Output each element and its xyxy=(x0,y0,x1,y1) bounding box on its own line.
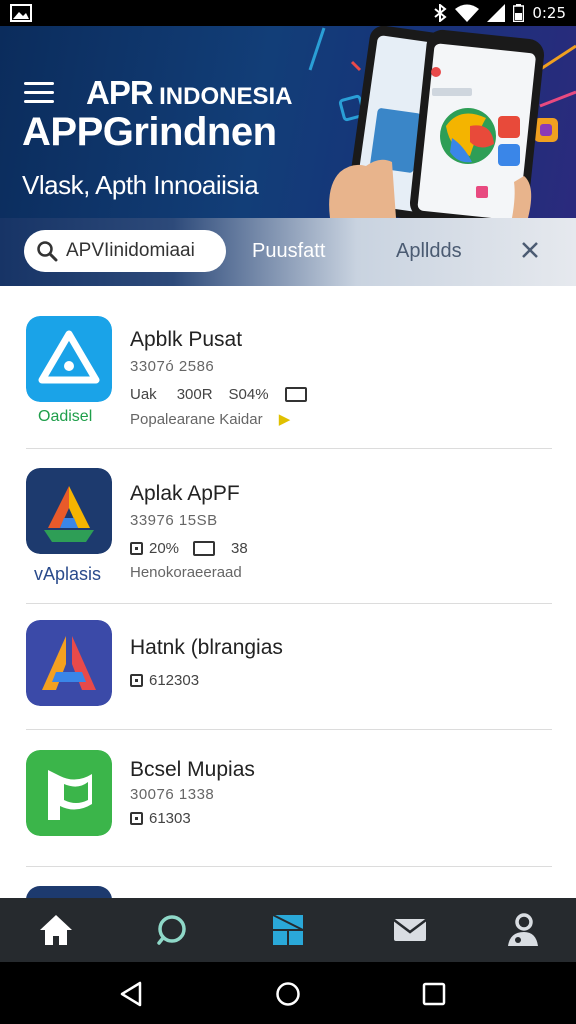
app-detail: Uak xyxy=(130,386,157,403)
close-icon[interactable] xyxy=(518,238,542,262)
app-detail: 300R xyxy=(176,386,213,403)
partial-app-icon[interactable] xyxy=(26,886,112,898)
brand-logo: APR xyxy=(86,74,154,111)
storage-icon xyxy=(130,812,143,825)
card-icon xyxy=(193,541,216,556)
header-banner: APR INDONESIA APPGrindnen Vlask, Apth In… xyxy=(0,26,576,218)
app-caption: Oadisel xyxy=(38,408,93,425)
bluetooth-icon xyxy=(434,4,447,22)
app-caption: vAplasis xyxy=(34,564,102,584)
card-icon xyxy=(284,387,307,402)
tab-aplikasi[interactable]: Aplldds xyxy=(396,240,462,263)
play-icon: ▶ xyxy=(278,411,291,428)
brand-name: INDONESIA xyxy=(159,83,293,110)
app-list: Oadisel Apblk Pusat 3307ó 2586 Uak 300R … xyxy=(0,286,576,898)
search-box[interactable] xyxy=(24,230,226,272)
app-description: Popalearane Kaidar ▶ xyxy=(130,411,291,428)
signal-icon xyxy=(487,4,506,22)
divider xyxy=(26,866,552,867)
triangle-app-icon[interactable] xyxy=(26,316,112,402)
home-circle-icon[interactable] xyxy=(274,980,302,1008)
bottom-nav xyxy=(0,898,576,962)
profile-icon[interactable] xyxy=(504,912,540,948)
app-name: Aplak ApPF xyxy=(130,482,240,505)
hero-subtitle: Vlask, Apth Innoaiisia xyxy=(22,170,259,200)
battery-icon xyxy=(513,4,525,22)
app-detail: 61303 xyxy=(149,810,191,827)
tab-pusat[interactable]: Puusfatt xyxy=(252,240,325,263)
app-name: Hatnk (blrangias xyxy=(130,636,283,659)
status-icons: 0:25 xyxy=(433,3,566,23)
system-nav xyxy=(0,962,576,1024)
app-meta: 30076 1338 xyxy=(130,786,215,803)
divider xyxy=(26,729,552,730)
search-input[interactable] xyxy=(66,240,216,262)
storage-icon xyxy=(130,674,143,687)
menu-icon[interactable] xyxy=(24,82,56,106)
app-name: Bcsel Mupias xyxy=(130,758,255,781)
home-icon[interactable] xyxy=(38,912,74,948)
app-details: 612303 xyxy=(130,672,199,689)
recents-icon[interactable] xyxy=(420,980,448,1008)
green-flag-app-icon[interactable] xyxy=(26,750,112,836)
app-detail: S04% xyxy=(228,386,269,403)
mail-icon[interactable] xyxy=(392,912,428,948)
apps-grid-icon[interactable] xyxy=(270,912,306,948)
divider xyxy=(26,603,552,604)
phone-illustration xyxy=(308,26,576,218)
status-time: 0:25 xyxy=(532,4,566,22)
back-icon[interactable] xyxy=(118,980,146,1008)
app-detail: 20% xyxy=(149,540,180,557)
app-name: Apblk Pusat xyxy=(130,328,243,351)
search-tab-bar: Puusfatt Aplldds xyxy=(0,218,576,286)
app-detail: 612303 xyxy=(149,672,200,689)
app-meta: 3307ó 2586 xyxy=(130,358,215,375)
divider xyxy=(26,448,552,449)
search-circle-icon[interactable] xyxy=(154,912,190,948)
colorful-a-app-icon[interactable] xyxy=(26,468,112,554)
brand: APR INDONESIA xyxy=(86,74,293,112)
search-icon xyxy=(37,241,58,262)
app-details: Uak 300R S04% xyxy=(130,386,307,403)
hero-title: APPGrindnen xyxy=(22,110,277,154)
app-details: 20% 38 xyxy=(130,540,248,557)
app-description: Henokoraeeraad xyxy=(130,564,242,581)
storage-icon xyxy=(130,542,143,555)
image-icon xyxy=(10,4,32,22)
wifi-icon xyxy=(455,4,480,22)
status-bar: 0:25 xyxy=(0,0,576,26)
app-detail: 38 xyxy=(231,540,248,557)
letter-a-app-icon[interactable] xyxy=(26,620,112,706)
app-details: 61303 xyxy=(130,810,191,827)
app-meta: 33976 15SB xyxy=(130,512,218,529)
